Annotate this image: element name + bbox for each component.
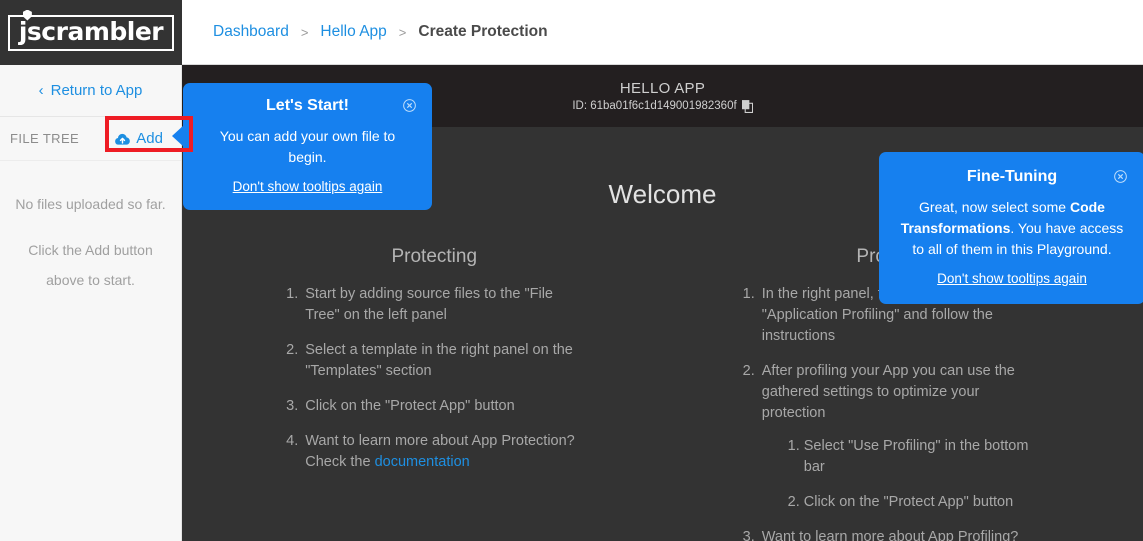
tooltip-header: Fine-Tuning bbox=[897, 168, 1127, 186]
logo-box: jscrambler bbox=[7, 9, 175, 51]
list-item: Select a template in the right panel on … bbox=[302, 340, 584, 382]
list-item: Want to learn more about App Profiling? … bbox=[759, 527, 1041, 541]
tooltip-lets-start[interactable]: Let's Start! You can add your own file t… bbox=[172, 83, 432, 210]
list-item: Start by adding source files to the "Fil… bbox=[302, 284, 584, 326]
file-tree-empty-message: No files uploaded so far. Click the Add … bbox=[0, 161, 181, 295]
breadcrumb: Dashboard > Hello App > Create Protectio… bbox=[182, 0, 1143, 65]
add-file-label: Add bbox=[136, 130, 163, 147]
documentation-link[interactable]: documentation bbox=[375, 454, 470, 470]
main-area: Dashboard > Hello App > Create Protectio… bbox=[182, 0, 1143, 541]
breadcrumb-separator-icon: > bbox=[398, 24, 407, 40]
tooltip-arrow-icon bbox=[172, 125, 184, 147]
list-item: Click on the "Protect App" button bbox=[302, 396, 584, 417]
empty-line-1: No files uploaded so far. bbox=[15, 196, 166, 212]
list-item: After profiling your App you can use the… bbox=[759, 361, 1041, 513]
profiling-substeps: Select "Use Profiling" in the bottom bar… bbox=[804, 436, 1041, 513]
list-item: Want to learn more about App Protection?… bbox=[302, 431, 584, 473]
dont-show-tooltips-link[interactable]: Don't show tooltips again bbox=[897, 271, 1127, 286]
breadcrumb-item-hello-app[interactable]: Hello App bbox=[320, 23, 386, 41]
profiling-step3-text: Want to learn more about App Profiling? … bbox=[761, 529, 1019, 541]
tooltip-title: Let's Start! bbox=[266, 97, 349, 114]
tooltip-title: Fine-Tuning bbox=[966, 168, 1058, 185]
breadcrumb-separator-icon: > bbox=[300, 24, 309, 40]
empty-line-3: above to start. bbox=[46, 272, 135, 288]
create-protection-page: Dashboard > Hello App > Create Protectio… bbox=[0, 0, 1143, 541]
close-circle-icon[interactable] bbox=[403, 99, 416, 112]
file-tree-header: FILE TREE Add bbox=[0, 117, 181, 161]
app-title: HELLO APP bbox=[619, 79, 706, 97]
list-item: Click on the "Protect App" button bbox=[804, 492, 1041, 513]
sidebar: jscrambler ‹ Return to App FILE TREE Add… bbox=[0, 0, 182, 541]
tooltip-body-part1: Great, now select some bbox=[919, 199, 1070, 215]
breadcrumb-item-create-protection: Create Protection bbox=[418, 23, 548, 40]
app-id-text: ID: 61ba01f6c1d149001982360f bbox=[572, 100, 737, 112]
tooltip-body: You can add your own file to begin. bbox=[219, 128, 396, 165]
list-item: Select "Use Profiling" in the bottom bar bbox=[804, 436, 1041, 478]
protecting-title: Protecting bbox=[391, 246, 478, 267]
profiling-steps: In the right panel, from the dropdown se… bbox=[741, 284, 1041, 541]
add-file-button[interactable]: Add bbox=[114, 130, 163, 147]
cloud-upload-icon bbox=[115, 133, 131, 145]
logo[interactable]: jscrambler bbox=[0, 0, 182, 65]
tooltip-fine-tuning[interactable]: Fine-Tuning Great, now select some Code … bbox=[879, 152, 1143, 304]
logo-text: jscrambler bbox=[18, 16, 164, 46]
tooltip-header: Let's Start! bbox=[199, 97, 416, 115]
return-to-app-button[interactable]: ‹ Return to App bbox=[0, 65, 181, 117]
empty-line-2: Click the Add button bbox=[28, 242, 153, 258]
close-circle-icon[interactable] bbox=[1114, 170, 1127, 183]
dont-show-tooltips-link[interactable]: Don't show tooltips again bbox=[199, 179, 416, 194]
file-tree-title: FILE TREE bbox=[10, 131, 80, 146]
copy-icon[interactable] bbox=[741, 99, 753, 113]
breadcrumb-item-dashboard[interactable]: Dashboard bbox=[213, 23, 289, 41]
tooltip-body: Great, now select some Code Transformati… bbox=[897, 197, 1127, 260]
return-to-app-label: Return to App bbox=[50, 82, 143, 99]
protecting-column: Protecting Start by adding source files … bbox=[206, 246, 663, 541]
app-id-row: ID: 61ba01f6c1d149001982360f bbox=[572, 99, 753, 113]
chevron-left-icon: ‹ bbox=[38, 82, 44, 99]
protecting-steps: Start by adding source files to the "Fil… bbox=[284, 284, 584, 473]
profiling-step2-text: After profiling your App you can use the… bbox=[761, 363, 1015, 421]
